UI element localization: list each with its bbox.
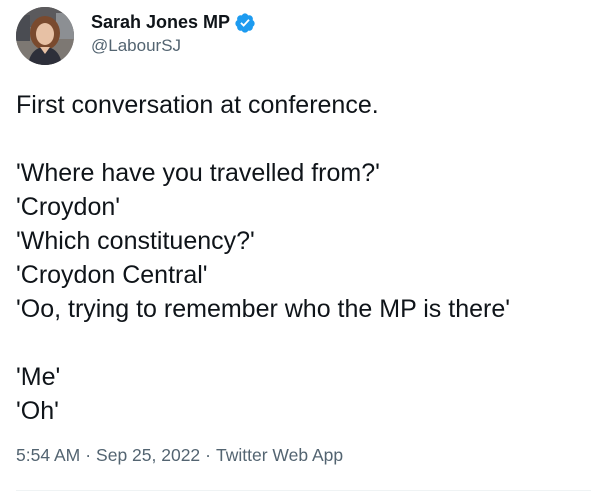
avatar[interactable] xyxy=(16,7,74,65)
tweet-text-line: 'Oo, trying to remember who the MP is th… xyxy=(16,295,511,323)
author-handle[interactable]: @LabourSJ xyxy=(91,36,256,56)
tweet-text-line: 'Croydon' xyxy=(16,193,121,221)
tweet-text-line: 'Croydon Central' xyxy=(16,261,208,289)
tweet-text-line xyxy=(16,326,591,360)
tweet-time[interactable]: 5:54 AM xyxy=(16,445,80,465)
tweet-text-line: 'Me' xyxy=(16,363,61,391)
author-identity: Sarah Jones MP @LabourSJ xyxy=(91,11,256,56)
author-display-name[interactable]: Sarah Jones MP xyxy=(91,12,230,33)
tweet-date[interactable]: Sep 25, 2022 xyxy=(96,445,200,465)
tweet-text-line: 'Which constituency?' xyxy=(16,227,255,255)
name-row: Sarah Jones MP xyxy=(91,11,256,35)
meta-separator: · xyxy=(85,445,92,465)
tweet: Sarah Jones MP @LabourSJ First conversat… xyxy=(0,0,603,501)
avatar-image xyxy=(16,7,74,65)
tweet-text: First conversation at conference. 'Where… xyxy=(16,88,591,428)
verified-badge-icon xyxy=(234,12,256,34)
tweet-metadata: 5:54 AM · Sep 25, 2022 · Twitter Web App xyxy=(16,445,343,466)
divider xyxy=(16,490,591,491)
meta-separator: · xyxy=(205,445,211,465)
tweet-text-line: 'Oh' xyxy=(16,397,59,425)
tweet-header: Sarah Jones MP @LabourSJ xyxy=(16,7,256,65)
tweet-text-line xyxy=(16,122,591,156)
tweet-text-line: 'Where have you travelled from?' xyxy=(16,159,380,187)
tweet-source[interactable]: Twitter Web App xyxy=(216,445,343,465)
tweet-text-line: First conversation at conference. xyxy=(16,91,379,119)
